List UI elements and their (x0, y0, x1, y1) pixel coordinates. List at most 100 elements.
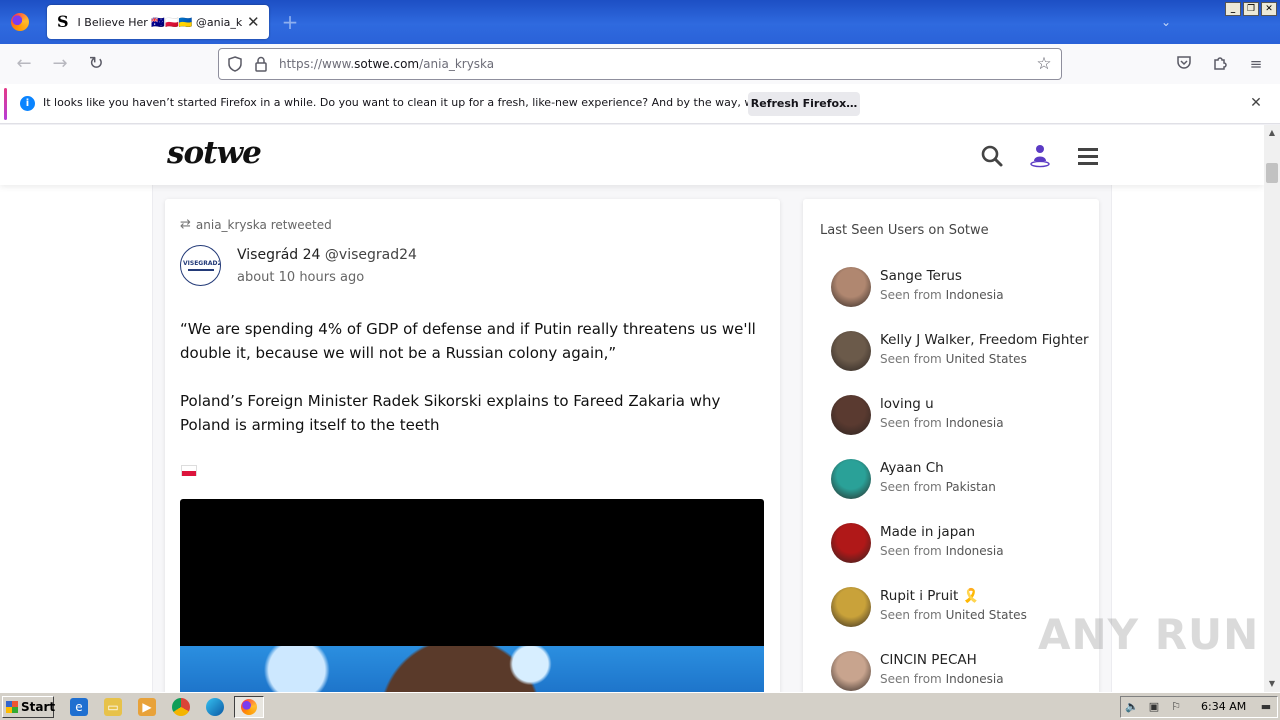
window-close-icon[interactable]: ✕ (1261, 2, 1277, 16)
notification-bar: i It looks like you haven’t started Fire… (0, 84, 1280, 124)
start-button[interactable]: Start (2, 696, 55, 718)
search-icon[interactable] (980, 144, 1004, 168)
scroll-thumb[interactable] (1266, 163, 1278, 183)
internet-explorer-icon[interactable]: e (70, 698, 88, 716)
network-icon[interactable]: ▣ (1147, 700, 1161, 714)
user-name[interactable]: CINCIN PECAH (880, 652, 977, 668)
scroll-down-icon[interactable]: ▼ (1264, 676, 1280, 692)
folder-icon[interactable]: ▭ (104, 698, 122, 716)
user-list-item[interactable]: Made in japan Seen from Indonesia (831, 521, 1093, 565)
user-name[interactable]: Ayaan Ch (880, 460, 944, 476)
list-all-tabs-icon[interactable]: ⌄ (1156, 12, 1176, 32)
author-avatar[interactable]: VISEGRAD24 (180, 245, 221, 286)
notification-close-icon[interactable]: ✕ (1248, 95, 1264, 111)
minimize-icon[interactable]: _ (1225, 2, 1241, 16)
shield-icon[interactable] (227, 56, 243, 72)
url-text: https://www.sotwe.com/ania_kryska (279, 57, 495, 71)
user-country: Indonesia (945, 288, 1004, 302)
firefox-menu-button[interactable] (0, 0, 40, 44)
user-name[interactable]: Sange Terus (880, 268, 962, 284)
clock: 6:34 AM (1201, 700, 1247, 713)
user-list-item[interactable]: Kelly J Walker, Freedom Fighter Seen from… (831, 329, 1093, 373)
user-avatar[interactable] (831, 331, 871, 371)
tweet-video[interactable] (180, 499, 764, 692)
user-country: Indonesia (945, 416, 1004, 430)
extensions-icon[interactable] (1210, 54, 1230, 74)
new-tab-icon[interactable]: + (278, 10, 302, 34)
user-seen-from: Seen from Pakistan (880, 480, 996, 494)
panel-title: Last Seen Users on Sotwe (820, 223, 989, 238)
sotwe-favicon-icon: S (56, 12, 69, 31)
show-desktop-icon[interactable]: ▬ (1259, 700, 1273, 714)
user-seen-from: Seen from United States (880, 352, 1027, 366)
user-name[interactable]: Rupit i Pruit 🎗️ (880, 588, 979, 604)
edge-icon[interactable] (206, 698, 224, 716)
retweet-by-text: ania_kryska retweeted (195, 217, 332, 232)
firefox-icon (11, 13, 29, 31)
windows-flag-icon (6, 701, 18, 713)
user-avatar[interactable] (831, 459, 871, 499)
tab-active[interactable]: S I Believe Her 🇦🇺🇵🇱🇺🇦 @ania_kryska ✕ (47, 5, 269, 39)
system-tray: 🔈 ▣ ⚐ 6:34 AM ▬ (1120, 696, 1278, 718)
volume-icon[interactable]: 🔈 (1125, 700, 1139, 714)
taskbar: Start e ▭ ▶ 🔈 ▣ ⚐ 6:34 AM ▬ (0, 692, 1280, 720)
user-country: United States (945, 352, 1027, 366)
retweet-indicator: ⇄ ania_kryska retweeted (180, 217, 332, 232)
pocket-icon[interactable] (1174, 54, 1194, 74)
author-line[interactable]: Visegrád 24 @visegrad24 (237, 247, 417, 263)
url-bar[interactable]: https://www.sotwe.com/ania_kryska ☆ (218, 48, 1062, 80)
user-seen-from: Seen from Indonesia (880, 672, 1004, 686)
site-logo[interactable]: sotwe (167, 135, 262, 171)
tweet-card: ⇄ ania_kryska retweeted VISEGRAD24 Viseg… (165, 199, 780, 692)
reload-icon[interactable]: ↻ (82, 50, 110, 78)
user-country: Indonesia (945, 672, 1004, 686)
scroll-up-icon[interactable]: ▲ (1264, 125, 1280, 141)
lock-icon[interactable] (253, 55, 269, 73)
chrome-icon[interactable] (172, 698, 190, 716)
user-avatar[interactable] (831, 523, 871, 563)
menu-icon[interactable] (1076, 145, 1100, 167)
media-player-icon[interactable]: ▶ (138, 698, 156, 716)
user-avatar[interactable] (831, 651, 871, 691)
user-seen-from: Seen from United States (880, 608, 1027, 622)
tab-title: I Believe Her 🇦🇺🇵🇱🇺🇦 @ania_kryska (77, 15, 243, 29)
user-account-icon[interactable] (1028, 143, 1052, 169)
user-list-item[interactable]: Ayaan Ch Seen from Pakistan (831, 457, 1093, 501)
user-avatar[interactable] (831, 587, 871, 627)
tweet-paragraph: Poland’s Foreign Minister Radek Sikorski… (180, 392, 721, 434)
author-name: Visegrád 24 (237, 247, 321, 263)
firefox-icon (241, 699, 257, 715)
refresh-firefox-button[interactable]: Refresh Firefox… (748, 92, 860, 116)
bookmark-star-icon[interactable]: ☆ (1033, 53, 1055, 75)
tweet-paragraph: “We are spending 4% of GDP of defense an… (180, 320, 756, 362)
site-header: sotwe (0, 125, 1264, 185)
taskbar-firefox-button[interactable] (234, 696, 264, 718)
poland-flag-icon (181, 465, 197, 476)
anyrun-watermark: ANY RUN (1038, 610, 1260, 659)
user-name[interactable]: loving u (880, 396, 934, 412)
user-list-item[interactable]: loving u Seen from Indonesia (831, 393, 1093, 437)
user-country: United States (945, 608, 1027, 622)
user-avatar[interactable] (831, 267, 871, 307)
forward-icon[interactable]: → (46, 50, 74, 78)
user-country: Pakistan (945, 480, 996, 494)
author-handle: @visegrad24 (324, 247, 417, 263)
hamburger-menu-icon[interactable]: ≡ (1246, 54, 1266, 74)
user-seen-from: Seen from Indonesia (880, 288, 1004, 302)
tab-strip: S I Believe Her 🇦🇺🇵🇱🇺🇦 @ania_kryska ✕ + … (0, 0, 1280, 44)
user-seen-from: Seen from Indonesia (880, 416, 1004, 430)
tab-close-icon[interactable]: ✕ (245, 14, 261, 30)
tweet-text: “We are spending 4% of GDP of defense an… (180, 317, 770, 461)
action-center-flag-icon[interactable]: ⚐ (1169, 700, 1183, 714)
page-scrollbar[interactable]: ▲ ▼ (1264, 125, 1280, 692)
info-icon: i (20, 96, 35, 111)
video-frame (180, 646, 764, 692)
user-name[interactable]: Made in japan (880, 524, 975, 540)
notification-accent (4, 88, 7, 120)
user-list-item[interactable]: Sange Terus Seen from Indonesia (831, 265, 1093, 309)
restore-icon[interactable]: ❐ (1243, 2, 1259, 16)
notification-message: It looks like you haven’t started Firefo… (43, 96, 828, 109)
user-avatar[interactable] (831, 395, 871, 435)
back-icon[interactable]: ← (10, 50, 38, 78)
user-name[interactable]: Kelly J Walker, Freedom Fighter (880, 332, 1089, 348)
